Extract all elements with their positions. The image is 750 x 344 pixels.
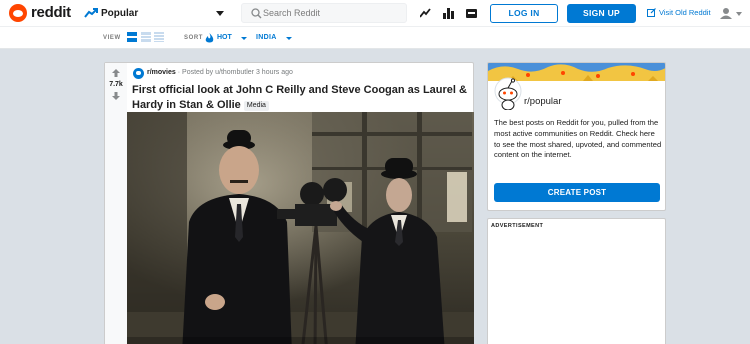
view-label: VIEW <box>103 35 121 41</box>
card-view-icon[interactable] <box>127 32 137 42</box>
post-card[interactable]: 7.7k r/movies · Posted by u/thombutler 3… <box>104 62 474 344</box>
sidebar-description: The best posts on Reddit for you, pulled… <box>494 118 662 160</box>
popular-icon <box>84 8 98 18</box>
sidebar-title: r/popular <box>524 96 562 107</box>
feed-selector-label[interactable]: Popular <box>101 8 138 19</box>
post-meta: r/movies · Posted by u/thombutler 3 hour… <box>147 69 293 76</box>
listing-options-bar: VIEW SORT HOT INDIA <box>0 27 750 49</box>
top-header: reddit Popular LOG IN SIGN UP Visit Old … <box>0 0 750 27</box>
user-icon[interactable] <box>720 7 732 19</box>
posted-by: · Posted by u/thombutler 3 hours ago <box>177 69 293 76</box>
film-still-image <box>127 112 474 344</box>
reddit-logo-icon[interactable] <box>9 4 27 22</box>
compact-view-icon[interactable] <box>154 32 164 42</box>
chat-icon[interactable] <box>466 8 477 19</box>
subreddit-avatar-icon[interactable] <box>133 68 144 79</box>
external-link-icon <box>647 8 656 17</box>
sort-chevron-down-icon[interactable] <box>241 37 247 40</box>
search-input[interactable] <box>263 5 403 21</box>
sort-selector[interactable]: HOT <box>217 34 232 41</box>
user-menu-chevron-icon[interactable] <box>736 12 742 16</box>
post-flair[interactable]: Media <box>243 100 269 111</box>
sort-label: SORT <box>184 35 204 41</box>
post-title-text[interactable]: First official look at John C Reilly and… <box>132 84 467 111</box>
subreddit-link[interactable]: r/movies <box>147 69 176 76</box>
popular-info-card: r/popular The best posts on Reddit for y… <box>487 62 666 211</box>
region-selector[interactable]: INDIA <box>256 34 277 41</box>
search-icon <box>251 8 262 19</box>
vote-count: 7.7k <box>109 81 123 88</box>
hot-icon <box>205 33 214 43</box>
signup-button[interactable]: SIGN UP <box>567 4 636 23</box>
post-title[interactable]: First official look at John C Reilly and… <box>132 83 472 112</box>
region-chevron-down-icon[interactable] <box>286 37 292 40</box>
logo-text[interactable]: reddit <box>31 4 71 21</box>
downvote-icon[interactable] <box>112 92 120 100</box>
create-post-button[interactable]: CREATE POST <box>494 183 660 202</box>
chevron-down-icon[interactable] <box>216 11 224 16</box>
post-image[interactable] <box>127 112 474 344</box>
trending-icon[interactable] <box>420 8 431 19</box>
vote-column: 7.7k <box>105 63 127 344</box>
login-button[interactable]: LOG IN <box>490 4 558 23</box>
stats-icon[interactable] <box>443 8 454 19</box>
advertisement-label: ADVERTISEMENT <box>491 223 544 229</box>
classic-view-icon[interactable] <box>141 32 151 42</box>
visit-old-reddit-link[interactable]: Visit Old Reddit <box>659 8 711 17</box>
advertisement-card[interactable]: ADVERTISEMENT <box>487 218 666 344</box>
search-bar[interactable] <box>241 3 407 23</box>
upvote-icon[interactable] <box>112 69 120 77</box>
snoo-mascot-icon <box>494 77 522 110</box>
